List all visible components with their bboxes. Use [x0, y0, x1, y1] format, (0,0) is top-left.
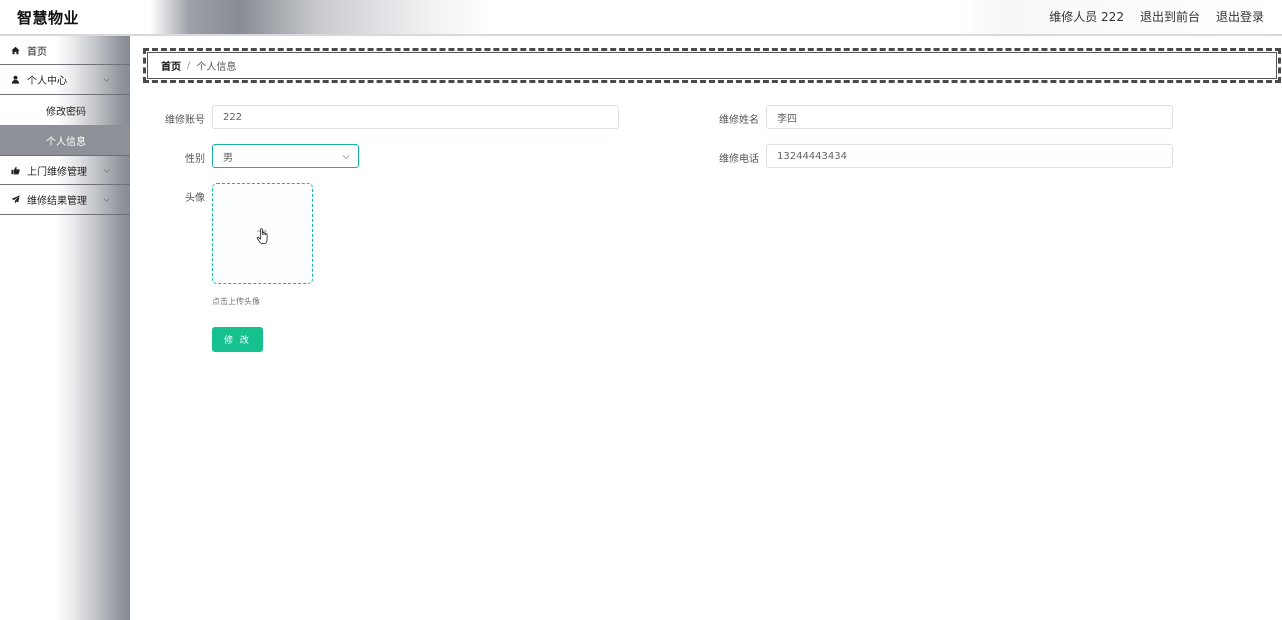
- breadcrumb-inner: 首页 / 个人信息: [147, 52, 1277, 79]
- breadcrumb: 首页 / 个人信息: [143, 48, 1281, 83]
- sidebar-item-repair-result-management[interactable]: 维修结果管理: [0, 185, 130, 215]
- chevron-up-icon: [103, 78, 110, 82]
- sidebar-subitem-label: 修改密码: [46, 106, 86, 118]
- exit-to-front-link[interactable]: 退出到前台: [1140, 8, 1200, 25]
- chevron-down-icon: [342, 155, 350, 160]
- phone-field[interactable]: 13244443434: [766, 144, 1173, 168]
- user-icon: [11, 75, 20, 84]
- breadcrumb-separator: /: [187, 60, 191, 71]
- sidebar-subitem-personal-info[interactable]: 个人信息: [0, 125, 130, 155]
- sidebar-subitem-label: 个人信息: [46, 136, 86, 148]
- home-icon: [11, 46, 20, 54]
- submit-button[interactable]: 修 改: [212, 327, 263, 352]
- sidebar-item-label: 首页: [27, 46, 47, 58]
- breadcrumb-current: 个人信息: [196, 62, 237, 73]
- avatar-upload[interactable]: [212, 183, 313, 284]
- account-field[interactable]: 222: [212, 105, 619, 129]
- name-label: 维修姓名: [719, 115, 759, 126]
- phone-label: 维修电话: [719, 154, 759, 165]
- hand-pointer-icon: [256, 228, 268, 244]
- avatar-label: 头像: [185, 193, 205, 204]
- sidebar-item-home[interactable]: 首页: [0, 36, 130, 65]
- chevron-down-icon: [103, 169, 110, 173]
- sidebar-item-label: 维修结果管理: [27, 196, 87, 207]
- gender-label: 性别: [185, 154, 205, 165]
- current-user-label: 维修人员 222: [1049, 10, 1124, 24]
- name-field[interactable]: 李四: [766, 105, 1173, 129]
- thumbs-up-icon: [11, 166, 20, 174]
- logout-link[interactable]: 退出登录: [1216, 8, 1264, 25]
- paper-plane-icon: [11, 195, 20, 204]
- top-header: 智慧物业 维修人员 222 退出到前台 退出登录: [0, 0, 1282, 36]
- sidebar-subitem-change-password[interactable]: 修改密码: [0, 95, 130, 125]
- sidebar: 首页 个人中心 修改密码 个人信息 上门维修管理 维修结果管理: [0, 36, 130, 620]
- gender-value: 男: [223, 152, 233, 164]
- account-value: 222: [223, 111, 243, 123]
- app-brand: 智慧物业: [17, 9, 80, 27]
- sidebar-item-personal-center[interactable]: 个人中心: [0, 65, 130, 95]
- header-user-area: 维修人员 222 退出到前台 退出登录: [1049, 8, 1264, 25]
- sidebar-item-label: 上门维修管理: [27, 166, 87, 178]
- chevron-down-icon: [103, 198, 110, 202]
- sidebar-item-label: 个人中心: [27, 76, 67, 87]
- sidebar-item-onsite-repair-management[interactable]: 上门维修管理: [0, 155, 130, 185]
- breadcrumb-home-link[interactable]: 首页: [161, 58, 181, 73]
- name-value: 李四: [777, 113, 797, 125]
- avatar-upload-hint: 点击上传头像: [212, 297, 260, 306]
- phone-value: 13244443434: [777, 150, 847, 162]
- account-label: 维修账号: [165, 115, 205, 126]
- gender-select[interactable]: 男: [212, 144, 359, 168]
